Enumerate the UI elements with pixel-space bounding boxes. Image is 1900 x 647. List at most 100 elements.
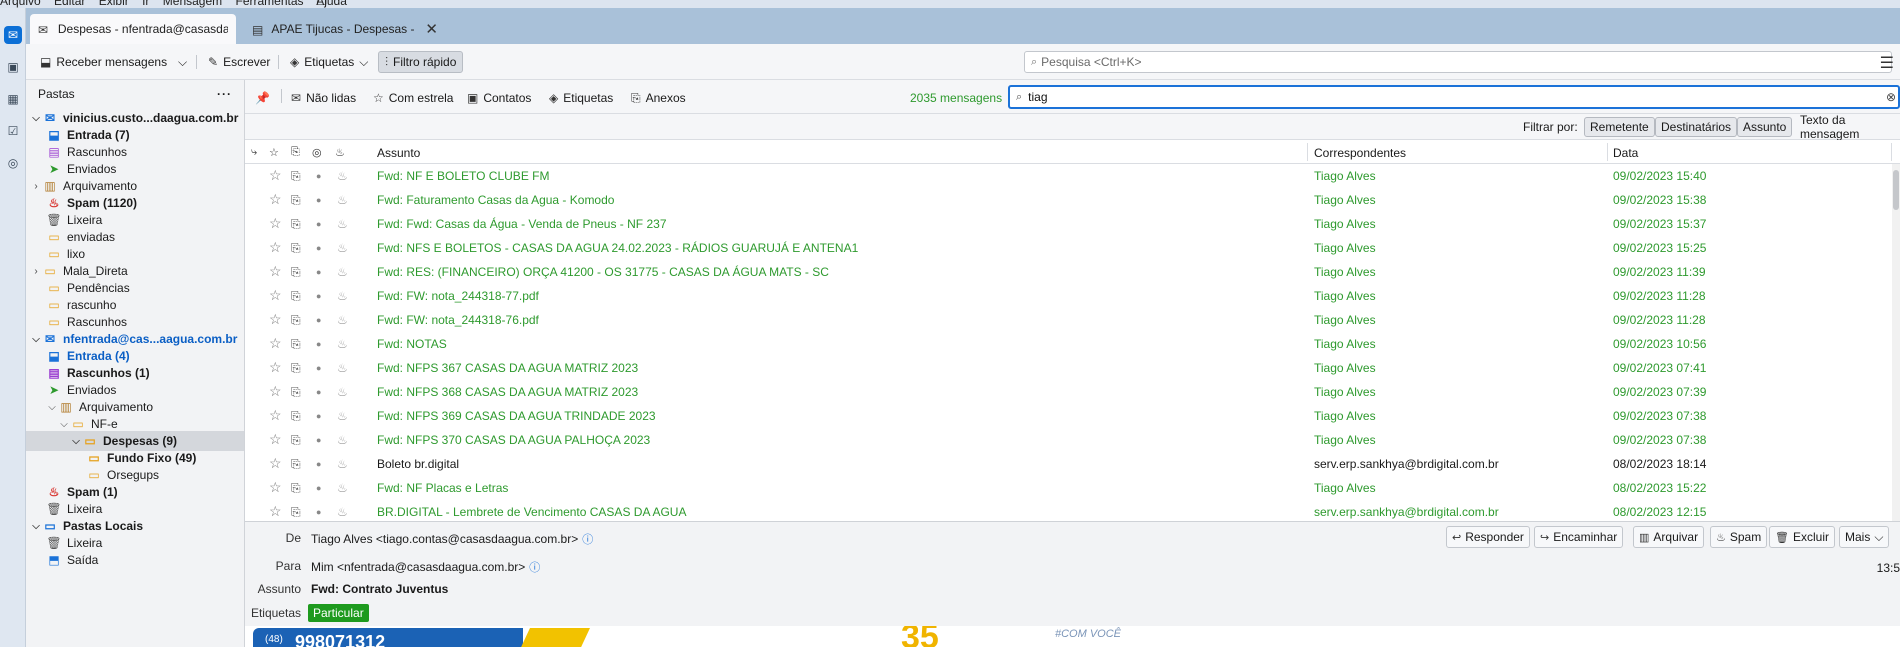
star-icon[interactable]: ☆ (269, 287, 282, 304)
global-search-input[interactable]: ⌕ Pesquisa <Ctrl+K> (1024, 51, 1892, 73)
filter-sender-toggle[interactable]: Remetente (1584, 117, 1655, 137)
mail-space-icon[interactable]: ✉ (4, 26, 22, 44)
filter-body-toggle[interactable]: Texto da mensagem (1794, 113, 1900, 141)
read-status-icon[interactable]: ● (316, 291, 321, 301)
filter-subject-toggle[interactable]: Assunto (1737, 117, 1793, 137)
message-row[interactable]: ☆ ⎘ ● ♨ Boleto br.digital serv.erp.sankhya@br… (245, 452, 1900, 476)
column-subject[interactable]: Assunto (377, 146, 420, 160)
menu-editar[interactable]: Editar (54, 0, 85, 8)
star-icon[interactable]: ☆ (269, 263, 282, 280)
message-row[interactable]: ☆ ⎘ ● ♨ Fwd: NF Placas e Letras Tiago Alves 08… (245, 476, 1900, 500)
menu-arquivo[interactable]: Arquivo (0, 0, 41, 8)
quick-filter-search-input[interactable]: ⌕ tiag ⊗ (1008, 85, 1900, 109)
quick-filter-button[interactable]: ⫶ Filtro rápido (378, 51, 464, 73)
tab-apae-tijucas[interactable]: ▤ APAE Tijucas - Despesas - nf ✕ (244, 14, 446, 44)
star-icon[interactable]: ☆ (269, 431, 282, 448)
tasks-icon[interactable]: ☑ (4, 122, 22, 140)
junk-status-icon[interactable]: ♨ (337, 337, 348, 351)
column-divider[interactable] (1607, 143, 1608, 161)
reply-button[interactable]: ↩ Responder (1446, 526, 1530, 548)
menu-ir[interactable]: Ir (142, 0, 149, 8)
read-status-icon[interactable]: ● (316, 507, 321, 517)
tab-despesas[interactable]: ✉ Despesas - nfentrada@casasda (30, 14, 236, 44)
read-status-icon[interactable]: ● (316, 411, 321, 421)
read-status-icon[interactable]: ● (316, 483, 321, 493)
pin-filter-button[interactable]: 📌 (255, 88, 275, 108)
star-icon[interactable]: ☆ (269, 167, 282, 184)
junk-status-icon[interactable]: ♨ (337, 217, 348, 231)
junk-status-icon[interactable]: ♨ (337, 457, 348, 471)
read-status-icon[interactable]: ● (316, 219, 321, 229)
message-row[interactable]: ☆ ⎘ ● ♨ Fwd: NF E BOLETO CLUBE FM Tiago Alves… (245, 164, 1900, 188)
calendar-icon[interactable]: ▦ (4, 90, 22, 108)
more-options-icon[interactable]: ··· (217, 87, 232, 101)
contact-icon[interactable]: ⓘ (582, 534, 593, 546)
star-icon[interactable]: ☆ (269, 359, 282, 376)
read-status-icon[interactable]: ● (316, 387, 321, 397)
junk-status-icon[interactable]: ♨ (337, 313, 348, 327)
filter-starred-button[interactable]: ☆ Com estrela (373, 88, 453, 108)
star-icon[interactable]: ☆ (269, 191, 282, 208)
close-icon[interactable]: ✕ (425, 20, 438, 38)
column-divider[interactable] (1307, 143, 1308, 161)
chat-icon[interactable]: ◎ (4, 154, 22, 172)
message-row[interactable]: ☆ ⎘ ● ♨ Fwd: FW: nota_244318-76.pdf Tiago Alv… (245, 308, 1900, 332)
read-status-icon[interactable]: ● (316, 171, 321, 181)
menu-mensagem[interactable]: Mensagem (163, 0, 222, 8)
chevron-right-icon[interactable]: › (30, 181, 42, 192)
read-status-icon[interactable]: ● (316, 267, 321, 277)
app-menu-icon[interactable]: ☰ (1880, 53, 1894, 73)
star-icon[interactable]: ☆ (269, 383, 282, 400)
filter-attachments-button[interactable]: ⎘ Anexos (631, 88, 686, 108)
thread-scrollbar[interactable] (1892, 164, 1900, 521)
menu-ferramentas[interactable]: Ferramentas (236, 0, 304, 8)
filter-tags-button[interactable]: ◈ Etiquetas (549, 88, 613, 108)
read-status-icon[interactable]: ● (316, 243, 321, 253)
contact-icon[interactable]: ⓘ (529, 562, 540, 574)
more-button[interactable]: Mais ⌵ (1839, 526, 1890, 548)
star-icon[interactable]: ☆ (269, 239, 282, 256)
delete-button[interactable]: 🗑 Excluir (1769, 526, 1835, 548)
junk-column-icon[interactable]: ♨ (335, 146, 345, 159)
from-address[interactable]: Tiago Alves <tiago.contas@casasdaagua.co… (311, 532, 578, 546)
junk-status-icon[interactable]: ♨ (337, 385, 348, 399)
message-row[interactable]: ☆ ⎘ ● ♨ Fwd: RES: (FINANCEIRO) ORÇA 41200 - … (245, 260, 1900, 284)
message-row[interactable]: ☆ ⎘ ● ♨ Fwd: Fwd: Casas da Água - Venda de P… (245, 212, 1900, 236)
column-date[interactable]: Data (1613, 146, 1638, 160)
junk-status-icon[interactable]: ♨ (337, 433, 348, 447)
message-row[interactable]: ☆ ⎘ ● ♨ Fwd: Faturamento Casas da Agua - Kom… (245, 188, 1900, 212)
column-divider[interactable] (1891, 143, 1892, 161)
read-status-icon[interactable]: ● (316, 435, 321, 445)
filter-unread-button[interactable]: ✉ Não lidas (291, 88, 356, 108)
clear-search-icon[interactable]: ⊗ (1886, 90, 1896, 104)
message-row[interactable]: ☆ ⎘ ● ♨ Fwd: NFPS 369 CASAS DA AGUA TRINDADE… (245, 404, 1900, 428)
chevron-down-icon[interactable]: ⌵ (46, 402, 58, 413)
junk-status-icon[interactable]: ♨ (337, 193, 348, 207)
junk-status-icon[interactable]: ♨ (337, 241, 348, 255)
read-status-icon[interactable]: ● (316, 459, 321, 469)
message-row[interactable]: ☆ ⎘ ● ♨ Fwd: NFPS 370 CASAS DA AGUA PALHOÇA … (245, 428, 1900, 452)
folder-saida[interactable]: ⬒ Saída (26, 550, 244, 570)
message-row[interactable]: ☆ ⎘ ● ♨ Fwd: NFPS 368 CASAS DA AGUA MATRIZ 2… (245, 380, 1900, 404)
junk-status-icon[interactable]: ♨ (337, 505, 348, 519)
column-correspondents[interactable]: Correspondentes (1314, 146, 1406, 160)
thread-column-icon[interactable]: ⤷ (251, 146, 257, 159)
archive-button[interactable]: ▥ Arquivar (1633, 526, 1705, 548)
junk-status-icon[interactable]: ♨ (337, 265, 348, 279)
star-icon[interactable]: ☆ (269, 215, 282, 232)
window-restore-icon[interactable]: ❐ (316, 0, 327, 8)
get-messages-dropdown[interactable]: ⌵ (172, 51, 193, 73)
message-row[interactable]: ☆ ⎘ ● ♨ Fwd: NOTAS Tiago Alves 09/02/2023 10:5… (245, 332, 1900, 356)
chevron-right-icon[interactable]: › (30, 266, 42, 277)
chevron-down-icon[interactable]: ⌵ (30, 334, 42, 345)
chevron-down-icon[interactable]: ⌵ (58, 419, 70, 430)
star-icon[interactable]: ☆ (269, 455, 282, 472)
star-column-icon[interactable]: ☆ (269, 146, 279, 159)
attachment-column-icon[interactable]: ⎘ (291, 146, 300, 159)
junk-status-icon[interactable]: ♨ (337, 409, 348, 423)
read-status-icon[interactable]: ● (316, 363, 321, 373)
read-status-icon[interactable]: ● (316, 339, 321, 349)
spam-button[interactable]: ♨ Spam (1710, 526, 1768, 548)
star-icon[interactable]: ☆ (269, 479, 282, 496)
menu-exibir[interactable]: Exibir (99, 0, 129, 8)
